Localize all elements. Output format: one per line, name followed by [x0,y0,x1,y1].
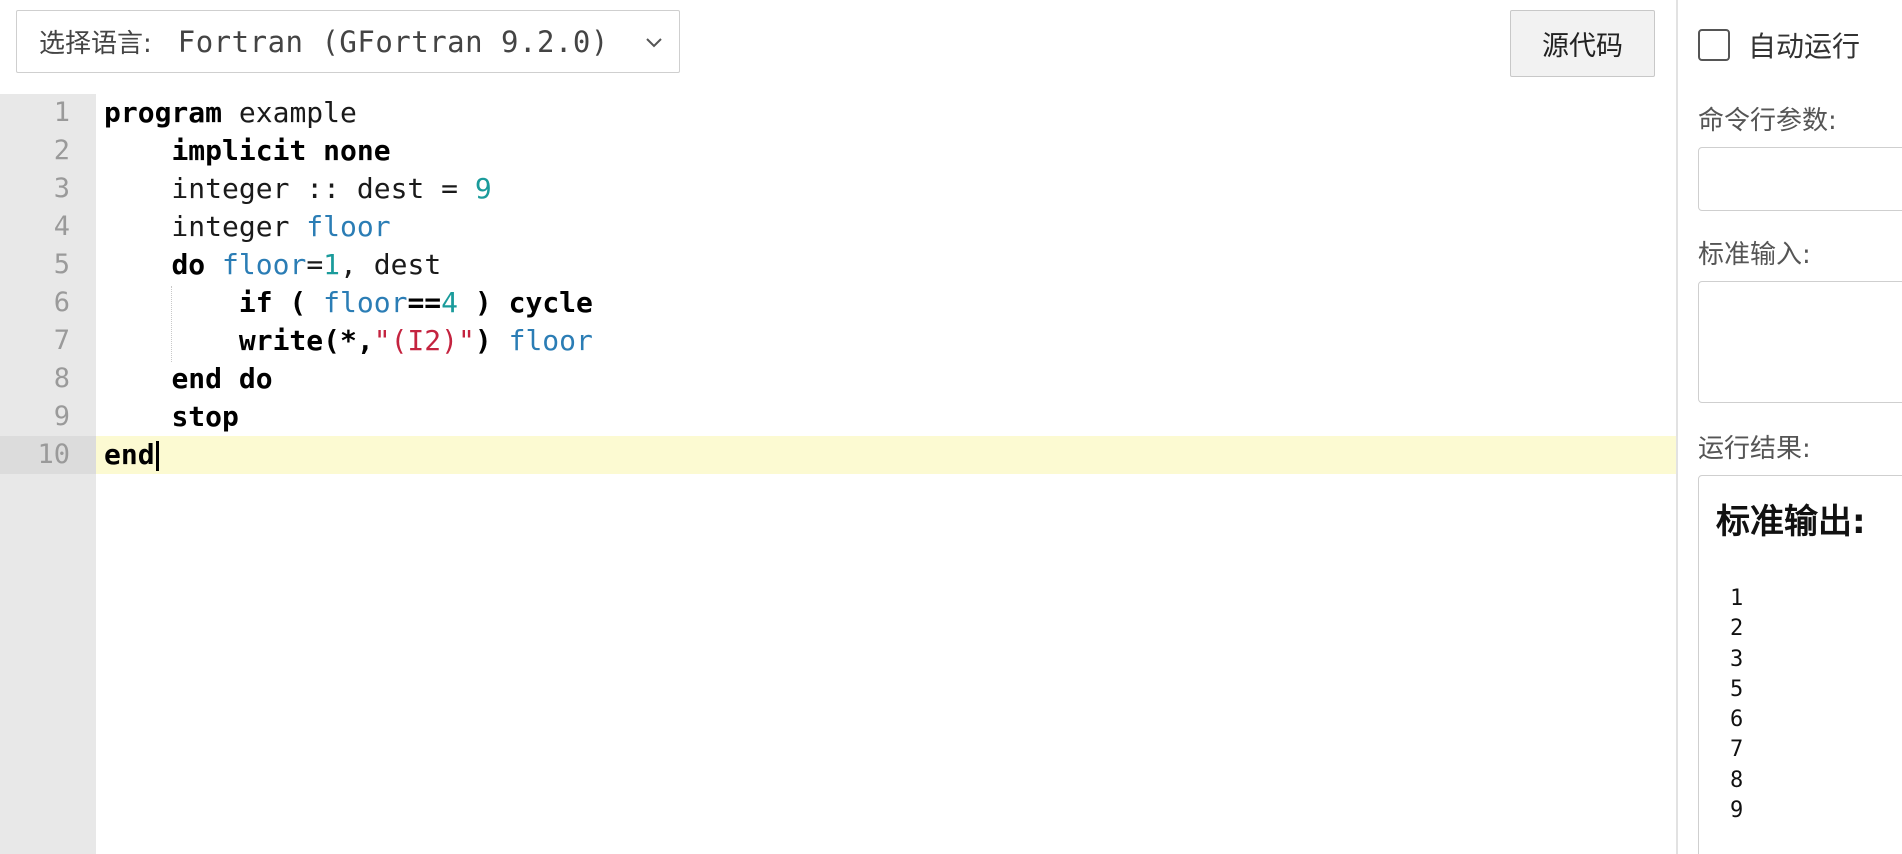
line-number: 5 [53,249,70,280]
code-line[interactable]: 2 implicit none [0,132,1676,170]
stdout-line: 2 [1730,616,1744,642]
line-number: 3 [53,173,70,204]
stdout-line: 9 [1730,798,1744,824]
code-token: 4 [441,286,459,319]
source-code-button[interactable]: 源代码 [1510,10,1655,77]
stdout-line: 7 [1730,737,1744,763]
code-token: "(I2)" [373,324,475,357]
line-number: 1 [53,97,70,128]
code-text: do floor=1, dest [104,246,441,284]
stdout-line: 6 [1730,707,1744,733]
stdin-input[interactable] [1698,281,1902,403]
code-line[interactable]: 1 program example [0,94,1676,132]
language-select[interactable]: 选择语言: Fortran (GFortran 9.2.0) [16,10,680,73]
code-line[interactable]: 5 do floor=1, dest [0,246,1676,284]
code-line[interactable]: 9 stop [0,398,1676,436]
stdout-line: 3 [1730,646,1744,672]
code-token: ) [474,324,492,357]
code-text: stop [104,398,239,436]
code-line[interactable]: 3 integer :: dest = 9 [0,170,1676,208]
line-number: 10 [0,436,96,474]
code-text: implicit none [104,132,391,170]
code-token: example [222,96,357,129]
code-token: end do [171,362,273,395]
code-token: floor [222,248,307,281]
stdout-line: 5 [1730,676,1744,702]
code-token: program [104,96,223,129]
code-token: integer [104,210,307,243]
run-panel: 自动运行 命令行参数: 标准输入: 运行结果: 标准输出: 1 2 3 5 6 7 8 9 [1678,0,1902,854]
chevron-down-icon [646,38,662,48]
line-number: 7 [53,325,70,356]
line-number: 9 [53,401,70,432]
code-line[interactable]: 6 if ( floor==4 ) cycle [0,284,1676,322]
code-token: write(*, [238,324,374,357]
code-token: implicit none [171,134,391,167]
line-number: 2 [53,135,70,166]
code-token: = [306,248,324,281]
code-line[interactable]: 10 end [0,436,1676,474]
indent-guide [171,286,172,362]
args-input[interactable] [1698,147,1902,211]
code-token: 9 [474,172,492,205]
stdout-line: 8 [1730,767,1744,793]
code-text: write(*,"(I2)") floor [104,322,593,360]
line-number: 8 [53,363,70,394]
auto-run-checkbox[interactable] [1698,29,1730,61]
code-token: do [171,248,206,281]
stdout-title: 标准输出: [1716,502,1866,542]
auto-run-label: 自动运行 [1748,30,1861,63]
code-token: stop [171,400,239,433]
code-editor[interactable]: 1 program example 2 implicit none 3 integer… [0,94,1676,854]
code-text: end [104,436,159,474]
code-token: 1 [323,248,341,281]
result-label: 运行结果: [1698,434,1811,464]
code-token: == [407,286,442,319]
code-text: if ( floor==4 ) cycle [104,284,593,322]
line-number: 4 [53,211,70,242]
text-cursor [155,441,159,471]
code-token: end [104,438,155,471]
code-token: ) cycle [474,286,593,319]
code-line[interactable]: 7 write(*,"(I2)") floor [0,322,1676,360]
auto-run-toggle[interactable]: 自动运行 [1698,25,1860,65]
code-line[interactable]: 4 integer floor [0,208,1676,246]
stdin-label: 标准输入: [1698,240,1811,270]
line-number: 6 [53,287,70,318]
code-token: floor [306,210,391,243]
args-label: 命令行参数: [1698,106,1837,136]
stdout-line: 1 [1730,586,1744,611]
code-text: program example [104,94,357,132]
code-text: integer :: dest = 9 [104,170,492,208]
code-text: end do [104,360,273,398]
code-token: integer :: dest = [104,172,475,205]
code-token: floor [508,324,593,357]
code-line[interactable]: 8 end do [0,360,1676,398]
stdout-lines: 1 2 3 5 6 7 8 9 [1730,584,1743,826]
code-token: floor [323,286,408,319]
code-token: if ( [238,286,307,319]
language-select-label: 选择语言: [39,29,152,59]
language-select-value: Fortran (GFortran 9.2.0) [177,24,609,59]
code-text: integer floor [104,208,391,246]
code-token: , dest [340,248,442,281]
